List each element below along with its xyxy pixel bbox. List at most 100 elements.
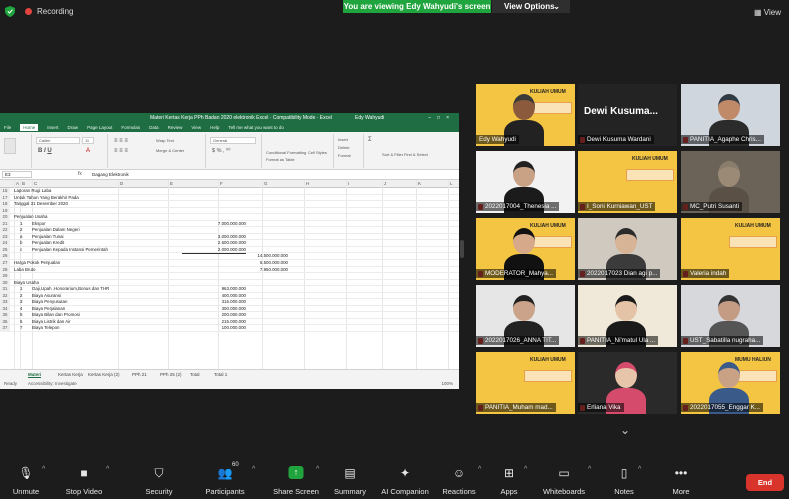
- column-header[interactable]: G: [264, 181, 268, 186]
- column-header[interactable]: H: [306, 181, 309, 186]
- sheet-tab[interactable]: Total: [190, 372, 200, 377]
- cell-label[interactable]: Untuk Tahun Yang Berakhir Pada: [14, 195, 79, 202]
- sheet-tab[interactable]: PPh 21: [132, 372, 147, 377]
- view-button[interactable]: ▦ View: [754, 8, 781, 17]
- ai-companion-button[interactable]: ✦ AI Companion: [378, 458, 432, 499]
- cell-total[interactable]: 7.950.000.000: [232, 267, 288, 274]
- cell-description[interactable]: Penjualan Kredit: [32, 240, 64, 247]
- align-horizontal-icon[interactable]: ≡ ≡ ≡: [114, 148, 128, 154]
- column-header[interactable]: E: [170, 181, 173, 186]
- cell-value[interactable]: 2.500.000.000: [182, 240, 246, 247]
- column-header[interactable]: A: [16, 181, 19, 186]
- participant-tile[interactable]: 2022017026_ANNA TIT...: [476, 285, 575, 347]
- cell-value[interactable]: 300.000.000: [182, 306, 246, 313]
- cell-description[interactable]: Biaya Asuransi: [32, 293, 61, 300]
- view-options-button[interactable]: View Options ⌄: [492, 0, 570, 13]
- cell-value[interactable]: 3.000.000.000: [182, 234, 246, 241]
- chevron-up-icon[interactable]: ^: [638, 466, 641, 473]
- find-select-button[interactable]: Find & Select: [404, 152, 428, 157]
- font-name-select[interactable]: Calibri: [36, 137, 80, 144]
- cell-description[interactable]: Biaya Bilan dan Promosi: [32, 312, 80, 319]
- chevron-up-icon[interactable]: ^: [252, 466, 255, 473]
- cell-label[interactable]: Harga Pokok Penjualan: [14, 260, 60, 267]
- ribbon-tab[interactable]: Help: [210, 125, 219, 130]
- cell-description[interactable]: Biaya Perjalanan: [32, 306, 65, 313]
- cell-label[interactable]: Biaya Usaha: [14, 280, 39, 287]
- cell-value[interactable]: 400.000.000: [182, 293, 246, 300]
- autosum-icon[interactable]: Σ: [368, 137, 372, 143]
- participant-tile[interactable]: MC_Putri Susanti: [681, 151, 780, 213]
- participant-tile[interactable]: KULIAH UMUM PANITIA_Muham mad...: [476, 352, 575, 414]
- align-icon[interactable]: ≡ ≡ ≡: [114, 138, 128, 144]
- cell-index[interactable]: 7: [20, 325, 22, 332]
- unmute-button[interactable]: 🎙 ^ Unmute: [4, 458, 48, 499]
- shared-screen-excel[interactable]: Materi Kertas Kerja PPh Badan 2020 elekt…: [0, 113, 459, 389]
- chevron-up-icon[interactable]: ^: [478, 466, 481, 473]
- wrap-text-button[interactable]: Wrap Text: [156, 138, 174, 143]
- sheet-tab[interactable]: Materi: [28, 372, 42, 378]
- participant-tile[interactable]: 2022017023 Dian agi p...: [578, 218, 677, 280]
- accessibility-status[interactable]: Accessibility: Investigate: [28, 381, 77, 386]
- end-meeting-button[interactable]: End: [746, 474, 784, 491]
- chevron-up-icon[interactable]: ^: [524, 466, 527, 473]
- cell-index[interactable]: b: [20, 240, 22, 247]
- cell-total[interactable]: 6.500.000.000: [232, 260, 288, 267]
- cell-value[interactable]: 215.000.000: [182, 319, 246, 326]
- column-header[interactable]: K: [418, 181, 421, 186]
- ribbon-tab[interactable]: Tell me what you want to do: [228, 125, 284, 130]
- chevron-down-icon[interactable]: ⌄: [620, 423, 630, 437]
- ribbon-tab[interactable]: Page Layout: [87, 125, 112, 130]
- format-button[interactable]: Format: [338, 153, 351, 158]
- cell-index[interactable]: 6: [20, 319, 22, 326]
- sheet-tab[interactable]: Kertas Kerja: [58, 372, 83, 377]
- font-size-select[interactable]: 11: [82, 137, 94, 144]
- column-header[interactable]: F: [220, 181, 223, 186]
- reactions-button[interactable]: ☺ ^ Reactions: [440, 458, 481, 499]
- merge-center-button[interactable]: Merge & Center: [156, 148, 184, 153]
- column-header[interactable]: C: [34, 181, 37, 186]
- cell-index[interactable]: 2: [20, 293, 22, 300]
- participant-tile[interactable]: PANITIA_Ni'matul Ula ...: [578, 285, 677, 347]
- cell-value[interactable]: 963.000.000: [182, 286, 246, 293]
- column-header[interactable]: L: [450, 181, 453, 186]
- sort-filter-button[interactable]: Sort & Filter: [382, 152, 403, 157]
- cell-label[interactable]: Tanggal 31 Desember 2020: [14, 201, 68, 208]
- cell-description[interactable]: Penjualan Tunai: [32, 234, 64, 241]
- ribbon-tab[interactable]: Formulas: [121, 125, 140, 130]
- insert-button[interactable]: Insert: [338, 137, 348, 142]
- zoom-level[interactable]: 100%: [441, 381, 453, 386]
- participant-tile[interactable]: Erliana Vika: [578, 352, 677, 414]
- ribbon-tab[interactable]: Home: [20, 124, 39, 131]
- fx-icon[interactable]: fx: [78, 171, 82, 177]
- worksheet-grid[interactable]: AB C D E F G H I J K L 1 5 Laporan Rugi Laba 1 7 Untuk …: [0, 180, 459, 370]
- number-format-icon[interactable]: $ % , ⁰⁰: [212, 148, 230, 154]
- chevron-up-icon[interactable]: ^: [42, 466, 45, 473]
- cell-description[interactable]: Biaya Telepon: [32, 325, 60, 332]
- ribbon-tab[interactable]: View: [191, 125, 201, 130]
- participant-tile[interactable]: KULIAH UMUM Edy Wahyudi: [476, 84, 575, 146]
- name-box[interactable]: E3: [2, 171, 32, 178]
- participant-tile[interactable]: PANITIA_Agaphe Chris...: [681, 84, 780, 146]
- cell-description[interactable]: Biaya Penyusutan: [32, 299, 67, 306]
- more-button[interactable]: ••• More: [668, 458, 694, 499]
- row-number[interactable]: 37: [0, 325, 10, 333]
- cell-total[interactable]: 14.500.000.000: [232, 253, 288, 260]
- participant-tile[interactable]: KULIAH UMUM I_Soni Kurniawan_UST: [578, 151, 677, 213]
- chevron-up-icon[interactable]: ^: [316, 466, 319, 473]
- sheet-tab[interactable]: PPh 25 (2): [160, 372, 182, 377]
- participant-tile[interactable]: MUMU HALIUN 2022017055_Enggar K...: [681, 352, 780, 414]
- number-format-select[interactable]: General: [210, 137, 256, 144]
- notes-button[interactable]: ▯ ^ Notes: [610, 458, 641, 499]
- sheet-tab[interactable]: Total 1: [214, 372, 227, 377]
- cell-label[interactable]: Laporan Rugi Laba: [14, 188, 51, 195]
- participant-tile[interactable]: KULIAH UMUM MODERATOR_Mahya...: [476, 218, 575, 280]
- cell-label[interactable]: Penjualan Usaha: [14, 214, 47, 221]
- cell-value[interactable]: 200.000.000: [182, 312, 246, 319]
- apps-button[interactable]: ⊞ ^ Apps: [494, 458, 527, 499]
- cell-value[interactable]: 315.000.000: [182, 299, 246, 306]
- column-header[interactable]: J: [384, 181, 386, 186]
- ribbon-tab[interactable]: Draw: [68, 125, 79, 130]
- cell-index[interactable]: a: [20, 234, 22, 241]
- conditional-formatting-button[interactable]: Conditional Formatting: [266, 150, 306, 155]
- participant-tile[interactable]: 2022017004_Thenesia ...: [476, 151, 575, 213]
